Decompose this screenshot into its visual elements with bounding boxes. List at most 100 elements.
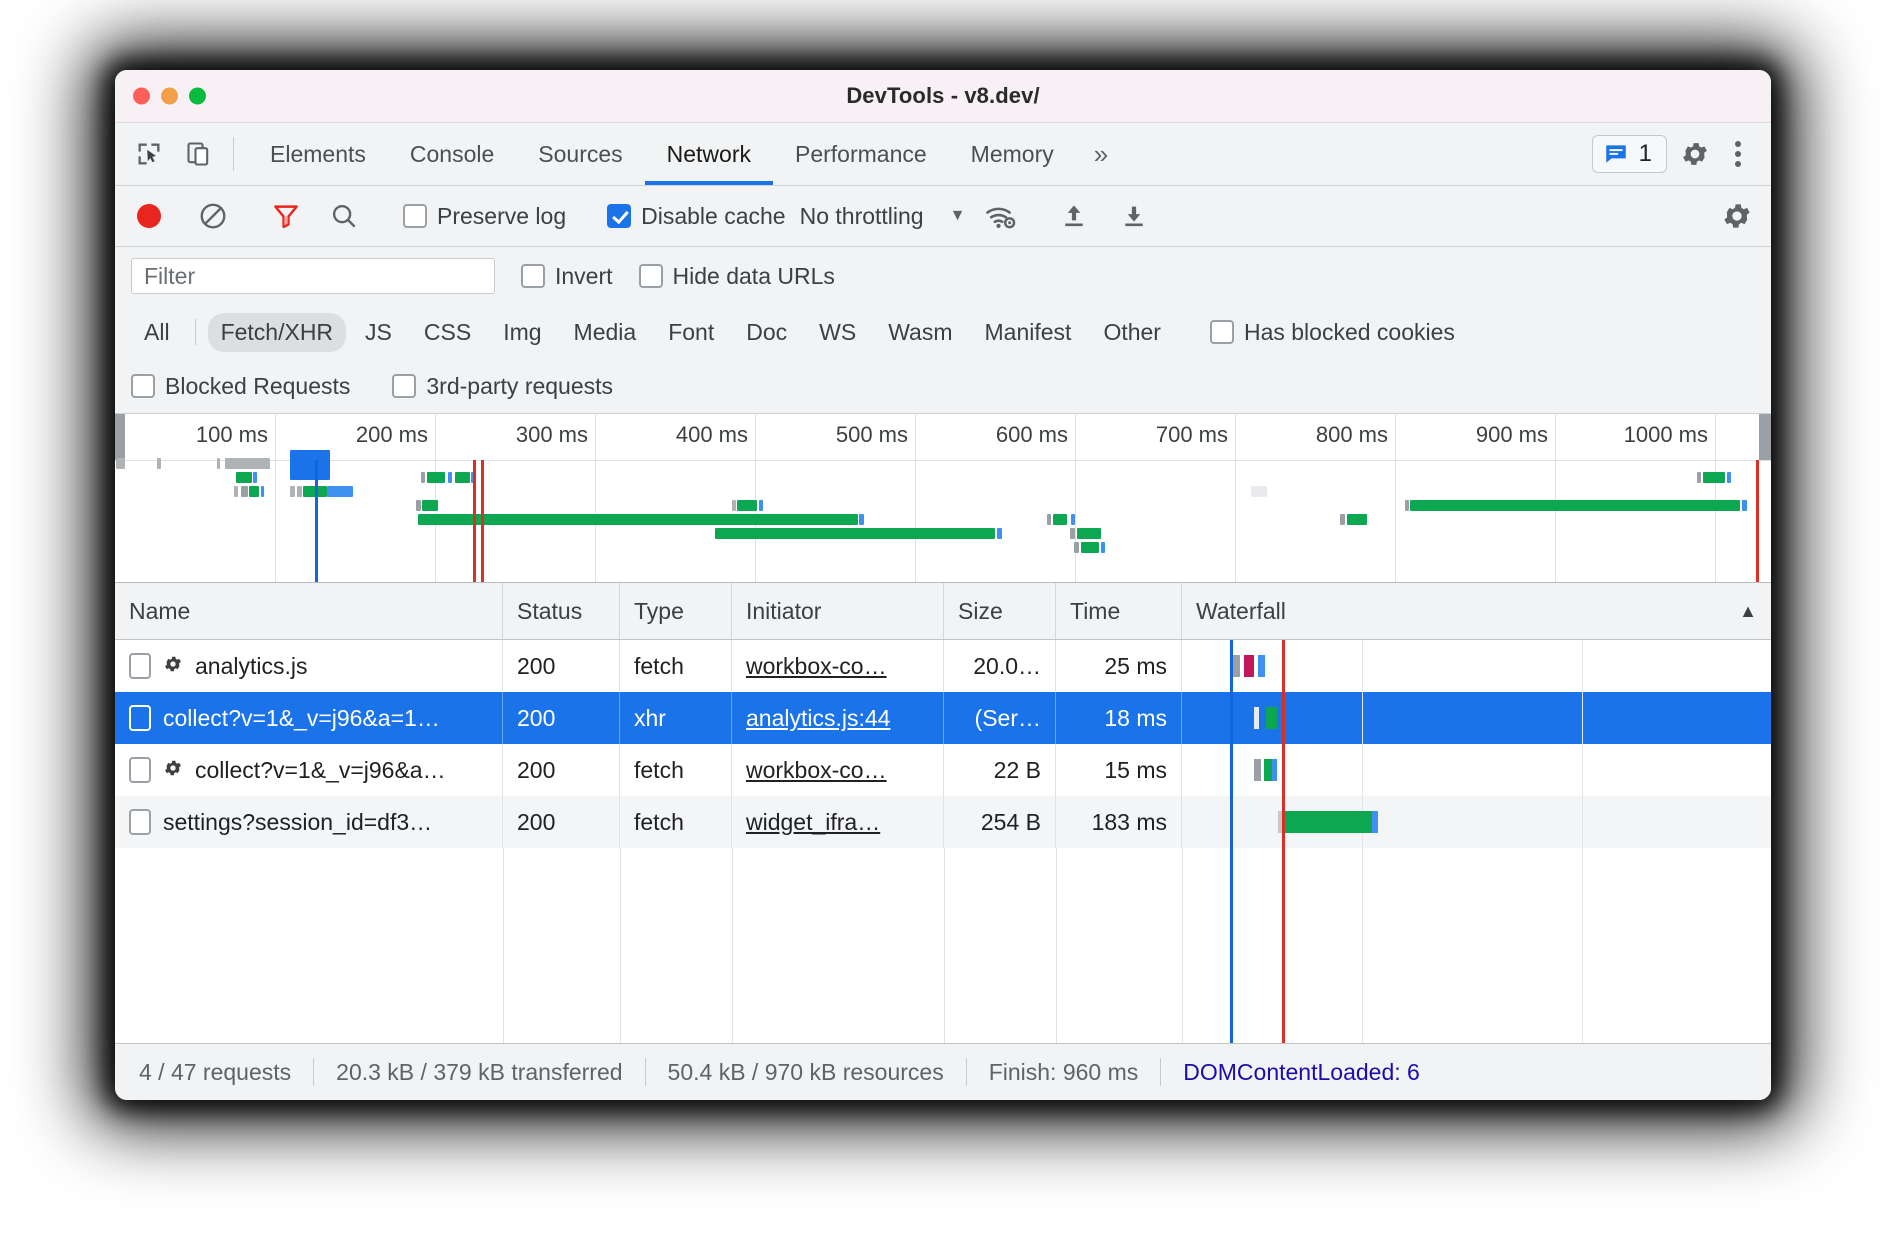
has-blocked-cookies-label: Has blocked cookies	[1244, 319, 1455, 346]
cell-name[interactable]: settings?session_id=df3…	[115, 796, 503, 848]
type-filter-font[interactable]: Font	[655, 313, 727, 352]
blocked-filters-row: Blocked Requests 3rd-party requests	[115, 359, 1771, 414]
hide-data-urls-box	[639, 264, 663, 288]
clear-button[interactable]	[195, 198, 231, 234]
more-tabs-button[interactable]: »	[1076, 123, 1126, 185]
tab-network[interactable]: Network	[645, 123, 773, 185]
tab-elements[interactable]: Elements	[248, 123, 388, 185]
network-conditions-icon[interactable]	[983, 198, 1019, 234]
device-toolbar-icon[interactable]	[181, 136, 217, 172]
hide-data-urls-label: Hide data URLs	[673, 263, 835, 290]
cell-status: 200	[503, 692, 620, 744]
row-checkbox[interactable]	[129, 705, 151, 731]
inspect-element-icon[interactable]	[131, 136, 167, 172]
cell-name[interactable]: collect?v=1&_v=j96&a…	[115, 744, 503, 796]
waterfall-segment	[1372, 811, 1378, 833]
type-filter-css[interactable]: CSS	[411, 313, 484, 352]
blocked-requests-checkbox[interactable]: Blocked Requests	[131, 373, 350, 400]
overview-request-bar	[715, 528, 995, 539]
tabbar-left-icons	[115, 123, 217, 185]
column-header-size[interactable]: Size	[944, 583, 1056, 639]
column-header-status[interactable]: Status	[503, 583, 620, 639]
overview-scroll-right-handle[interactable]	[1759, 414, 1771, 460]
type-filter-manifest[interactable]: Manifest	[972, 313, 1085, 352]
column-header-name[interactable]: Name	[115, 583, 503, 639]
row-checkbox[interactable]	[129, 809, 151, 835]
blocked-requests-box	[131, 374, 155, 398]
tab-sources[interactable]: Sources	[516, 123, 644, 185]
overview-scroll-left-handle[interactable]	[115, 414, 125, 460]
overview-tick-label: 1000 ms	[1624, 422, 1708, 448]
cell-initiator[interactable]: workbox-co…	[732, 640, 944, 692]
overview-tick: 200 ms	[435, 414, 436, 582]
filter-input[interactable]: Filter	[131, 258, 495, 294]
overview-tick-label: 300 ms	[516, 422, 588, 448]
record-button[interactable]	[131, 198, 167, 234]
cell-name[interactable]: analytics.js	[115, 640, 503, 692]
overview-ruler-divider	[115, 460, 1771, 461]
status-domcontentloaded: DOMContentLoaded: 6	[1161, 1059, 1442, 1086]
type-filter-fetch-xhr[interactable]: Fetch/XHR	[208, 313, 346, 352]
preserve-log-checkbox[interactable]: Preserve log	[403, 203, 566, 230]
cell-initiator[interactable]: analytics.js:44	[732, 692, 944, 744]
cell-initiator[interactable]: widget_ifra…	[732, 796, 944, 848]
row-checkbox[interactable]	[129, 653, 151, 679]
table-row[interactable]: collect?v=1&_v=j96&a…200fetchworkbox-co……	[115, 744, 1771, 796]
table-row[interactable]: analytics.js200fetchworkbox-co…20.0…25 m…	[115, 640, 1771, 692]
has-blocked-cookies-checkbox[interactable]: Has blocked cookies	[1210, 319, 1455, 346]
overview-request-bar	[416, 500, 421, 511]
table-column-divider	[620, 848, 621, 1043]
minimize-window-button[interactable]	[161, 88, 178, 105]
overview-request-bar	[1047, 514, 1051, 525]
type-filter-other[interactable]: Other	[1090, 313, 1174, 352]
table-column-divider	[1182, 848, 1183, 1043]
type-filter-all[interactable]: All	[131, 314, 183, 351]
type-filter-img[interactable]: Img	[490, 313, 554, 352]
waterfall-segment	[1266, 707, 1277, 729]
cell-name[interactable]: collect?v=1&_v=j96&a=1…	[115, 692, 503, 744]
search-icon[interactable]	[326, 198, 362, 234]
overview-tick: 1000 ms	[1715, 414, 1716, 582]
column-header-waterfall[interactable]: Waterfall ▲	[1182, 583, 1771, 639]
cell-initiator[interactable]: workbox-co…	[732, 744, 944, 796]
gear-icon[interactable]	[1677, 136, 1713, 172]
overview-tick-label: 800 ms	[1316, 422, 1388, 448]
type-filter-wasm[interactable]: Wasm	[875, 313, 965, 352]
tab-performance[interactable]: Performance	[773, 123, 949, 185]
table-column-divider	[503, 848, 504, 1043]
table-row[interactable]: collect?v=1&_v=j96&a=1…200xhranalytics.j…	[115, 692, 1771, 744]
table-row[interactable]: settings?session_id=df3…200fetchwidget_i…	[115, 796, 1771, 848]
type-filter-media[interactable]: Media	[561, 313, 650, 352]
import-har-icon[interactable]	[1056, 198, 1092, 234]
type-filter-doc[interactable]: Doc	[733, 313, 800, 352]
third-party-requests-checkbox[interactable]: 3rd-party requests	[392, 373, 613, 400]
tab-console[interactable]: Console	[388, 123, 516, 185]
cell-type: fetch	[620, 640, 732, 692]
type-filter-ws[interactable]: WS	[806, 313, 869, 352]
console-messages-badge[interactable]: 1	[1592, 135, 1667, 173]
column-header-initiator[interactable]: Initiator	[732, 583, 944, 639]
invert-label: Invert	[555, 263, 613, 290]
filter-icon[interactable]	[268, 198, 304, 234]
column-header-time[interactable]: Time	[1056, 583, 1182, 639]
column-header-type[interactable]: Type	[620, 583, 732, 639]
screenshot-root: DevTools - v8.dev/	[0, 0, 1886, 1250]
type-filter-js[interactable]: JS	[352, 313, 405, 352]
has-blocked-cookies-box	[1210, 320, 1234, 344]
overview-request-bar	[217, 458, 220, 469]
network-toolbar: Preserve log Disable cache No throttling…	[115, 186, 1771, 247]
tab-memory[interactable]: Memory	[949, 123, 1076, 185]
maximize-window-button[interactable]	[189, 88, 206, 105]
invert-checkbox[interactable]: Invert	[521, 263, 613, 290]
more-vertical-icon[interactable]	[1723, 135, 1753, 173]
network-overview-timeline[interactable]: 100 ms200 ms300 ms400 ms500 ms600 ms700 …	[115, 414, 1771, 583]
close-window-button[interactable]	[133, 88, 150, 105]
waterfall-segment	[1254, 707, 1259, 729]
disable-cache-checkbox[interactable]: Disable cache	[607, 203, 785, 230]
throttling-dropdown[interactable]: No throttling ▼	[800, 203, 966, 230]
row-checkbox[interactable]	[129, 757, 151, 783]
hide-data-urls-checkbox[interactable]: Hide data URLs	[639, 263, 835, 290]
network-settings-gear-icon[interactable]	[1719, 198, 1755, 234]
export-har-icon[interactable]	[1116, 198, 1152, 234]
cell-type: fetch	[620, 796, 732, 848]
